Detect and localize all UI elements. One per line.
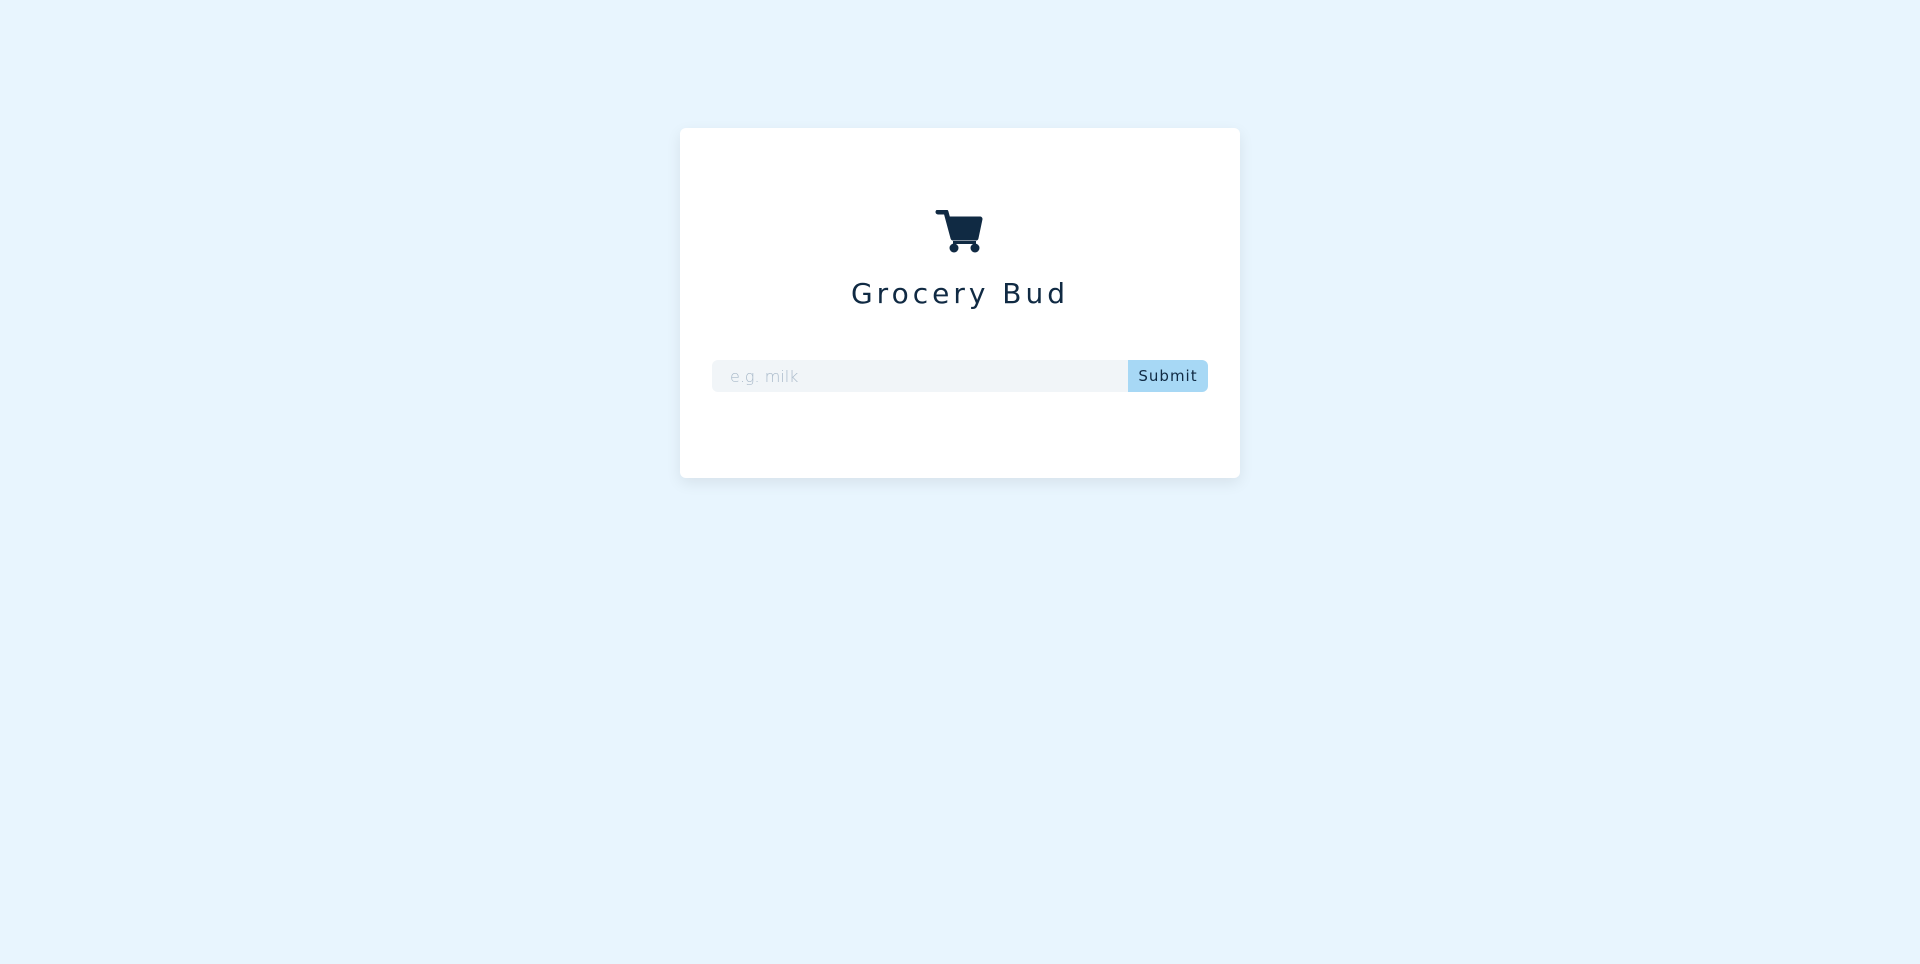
- shopping-cart-icon: [935, 210, 983, 253]
- grocery-form: Submit: [712, 360, 1208, 392]
- grocery-card: Grocery Bud Submit: [680, 128, 1240, 478]
- page-title: Grocery Bud: [850, 277, 1070, 310]
- submit-button[interactable]: Submit: [1128, 360, 1208, 392]
- grocery-item-input[interactable]: [712, 360, 1128, 392]
